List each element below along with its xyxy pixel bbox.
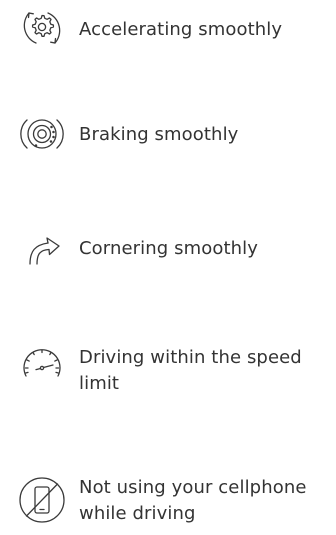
accelerate-gear-icon — [13, 0, 71, 58]
criterion-label: Braking smoothly — [79, 124, 239, 145]
brake-disc-icon — [13, 106, 71, 164]
criterion-label: Cornering smoothly — [79, 238, 258, 259]
driving-criteria-list: Accelerating smoothly Braking smoothly C… — [0, 0, 336, 535]
no-phone-icon — [13, 471, 71, 529]
criterion-label: Not using your cellphone while driving — [79, 477, 307, 524]
criterion-label: Driving within the speed limit — [79, 347, 302, 394]
turn-arrow-icon — [13, 219, 71, 277]
speedometer-icon — [13, 336, 71, 394]
criterion-label: Accelerating smoothly — [79, 19, 283, 40]
